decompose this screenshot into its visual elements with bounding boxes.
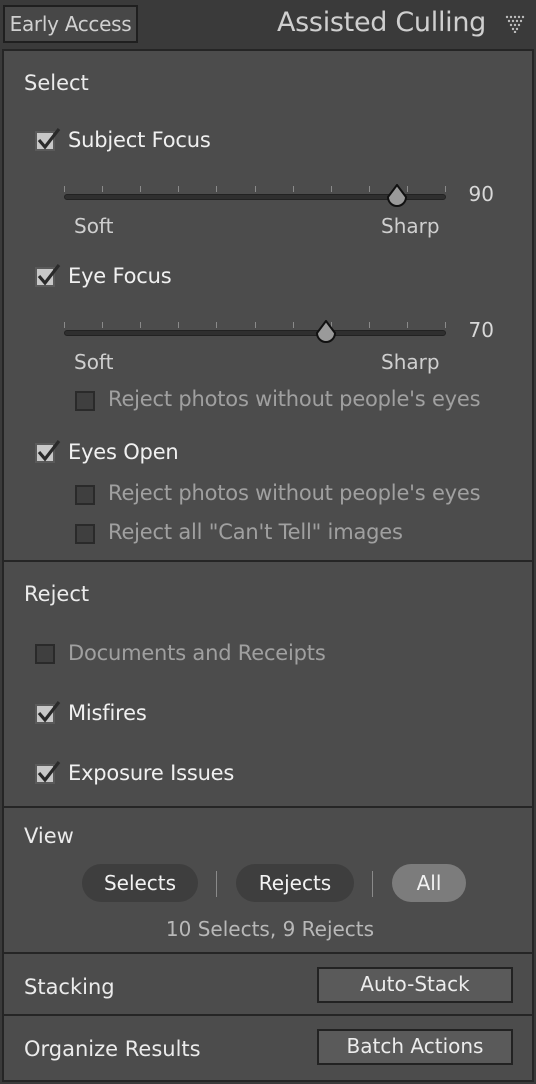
slider-tick [64, 186, 65, 192]
view-all-button[interactable]: All [392, 864, 466, 902]
auto-stack-button[interactable]: Auto-Stack [317, 967, 513, 1003]
subject-focus-soft-label: Soft [74, 214, 114, 238]
eye-focus-checkbox[interactable] [35, 264, 61, 287]
slider-tick [369, 322, 370, 328]
exposure-label: Exposure Issues [68, 761, 235, 785]
eye-focus-reject-no-eyes-label: Reject photos without people's eyes [108, 387, 481, 411]
view-separator [372, 871, 373, 897]
eyes-open-label: Eyes Open [68, 440, 179, 464]
checkmark-icon [37, 761, 61, 783]
exposure-checkbox[interactable] [35, 761, 61, 784]
organize-title: Organize Results [24, 1037, 201, 1061]
eyes-open-checkbox[interactable] [35, 440, 61, 463]
subject-focus-slider-thumb[interactable] [386, 184, 408, 210]
eye-focus-slider[interactable] [64, 330, 446, 336]
eye-focus-soft-label: Soft [74, 350, 114, 374]
batch-actions-button[interactable]: Batch Actions [317, 1029, 513, 1065]
subject-focus-sharp-label: Sharp [381, 214, 440, 238]
view-rejects-button[interactable]: Rejects [236, 864, 354, 902]
slider-tick [445, 186, 446, 192]
slider-tick [255, 322, 256, 328]
reject-section: Reject Documents and Receipts Misfires E… [2, 560, 534, 808]
eye-focus-ticks [64, 322, 446, 330]
select-section: Select Subject Focus 90 Soft Sharp Eye F… [2, 49, 534, 562]
view-selects-button[interactable]: Selects [82, 864, 198, 902]
eyes-open-reject-no-eyes-label: Reject photos without people's eyes [108, 481, 481, 505]
view-separator [216, 871, 217, 897]
checkmark-icon [37, 701, 61, 723]
early-access-button[interactable]: Early Access [3, 5, 138, 43]
slider-tick [255, 186, 256, 192]
misfires-label: Misfires [68, 701, 147, 725]
view-title: View [24, 824, 74, 848]
select-title: Select [24, 71, 89, 95]
slider-tick [369, 186, 370, 192]
stacking-section: Stacking Auto-Stack [2, 952, 534, 1016]
subject-focus-label: Subject Focus [68, 128, 211, 152]
slider-tick [331, 186, 332, 192]
checkmark-icon [37, 128, 61, 150]
eyes-open-reject-cant-tell-label: Reject all "Can't Tell" images [108, 520, 403, 544]
checkmark-icon [37, 264, 61, 286]
eye-focus-label: Eye Focus [68, 264, 172, 288]
eyes-open-reject-no-eyes-checkbox[interactable] [75, 485, 95, 505]
stacking-title: Stacking [24, 975, 115, 999]
eye-focus-value: 70 [468, 318, 494, 342]
slider-tick [216, 186, 217, 192]
slider-tick [216, 322, 217, 328]
organize-section: Organize Results Batch Actions [2, 1014, 534, 1082]
subject-focus-value: 90 [468, 182, 494, 206]
misfires-checkbox[interactable] [35, 701, 61, 724]
eyes-open-reject-cant-tell-checkbox[interactable] [75, 524, 95, 544]
panel-title: Assisted Culling [276, 7, 486, 38]
panel-header: Early Access Assisted Culling [0, 0, 536, 50]
checkmark-icon [37, 440, 61, 462]
collapse-triangle-icon[interactable] [504, 15, 526, 33]
view-section: View Selects Rejects All 10 Selects, 9 R… [2, 806, 534, 954]
slider-tick [140, 186, 141, 192]
slider-tick [140, 322, 141, 328]
slider-tick [293, 322, 294, 328]
documents-checkbox[interactable] [35, 644, 55, 664]
slider-tick [178, 322, 179, 328]
slider-tick [407, 322, 408, 328]
eye-focus-slider-thumb[interactable] [315, 320, 337, 346]
view-count: 10 Selects, 9 Rejects [165, 917, 375, 941]
subject-focus-checkbox[interactable] [35, 128, 61, 151]
slider-tick [64, 322, 65, 328]
slider-tick [178, 186, 179, 192]
reject-title: Reject [24, 582, 90, 606]
slider-tick [445, 322, 446, 328]
slider-tick [293, 186, 294, 192]
eye-focus-reject-no-eyes-checkbox[interactable] [75, 391, 95, 411]
eye-focus-sharp-label: Sharp [381, 350, 440, 374]
documents-label: Documents and Receipts [68, 641, 326, 665]
slider-tick [102, 186, 103, 192]
slider-tick [102, 322, 103, 328]
